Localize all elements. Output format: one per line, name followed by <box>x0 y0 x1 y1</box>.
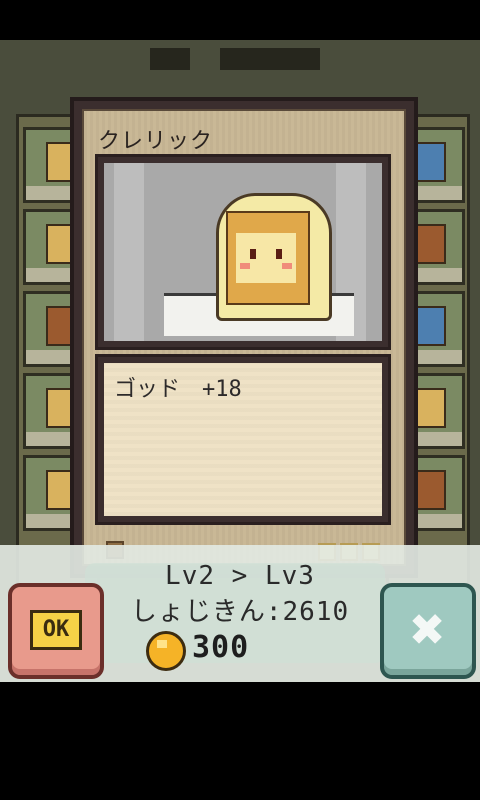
ok-button[interactable]: OK <box>8 583 104 679</box>
character-sprite <box>416 142 446 182</box>
status-bar <box>0 0 480 40</box>
cleric-eye <box>250 249 256 259</box>
bottom-bar <box>0 682 480 800</box>
description-frame: ゴッド +18 <box>95 354 391 525</box>
cancel-button[interactable]: ✖ <box>380 583 476 679</box>
portrait-frame <box>95 154 391 350</box>
description-box: ゴッド +18 <box>104 363 382 516</box>
character-sprite <box>416 306 446 346</box>
background-decoration <box>220 48 320 70</box>
character-portrait <box>104 163 382 341</box>
bonus-text: ゴッド +18 <box>114 377 242 402</box>
character-sprite <box>416 224 446 264</box>
character-sprite <box>416 388 446 428</box>
ok-label: OK <box>30 610 82 650</box>
cleric-blush <box>240 263 250 269</box>
card-title: クレリック <box>98 129 214 154</box>
cleric-face <box>236 233 296 283</box>
character-card: クレリック ゴッド +18 <box>70 97 418 578</box>
coin-icon <box>146 631 186 671</box>
cleric-eye <box>276 249 282 259</box>
background-decoration <box>150 48 190 70</box>
card-face: クレリック ゴッド +18 <box>82 109 406 566</box>
portrait-backdrop-column <box>114 163 144 341</box>
close-icon: ✖ <box>410 595 446 663</box>
game-area: クレリック ゴッド +18 Lv2 > Lv3 しょじきん:2610 300 O… <box>0 40 480 682</box>
character-sprite <box>416 470 446 510</box>
cleric-blush <box>282 263 292 269</box>
upgrade-cost: 300 <box>192 630 250 665</box>
